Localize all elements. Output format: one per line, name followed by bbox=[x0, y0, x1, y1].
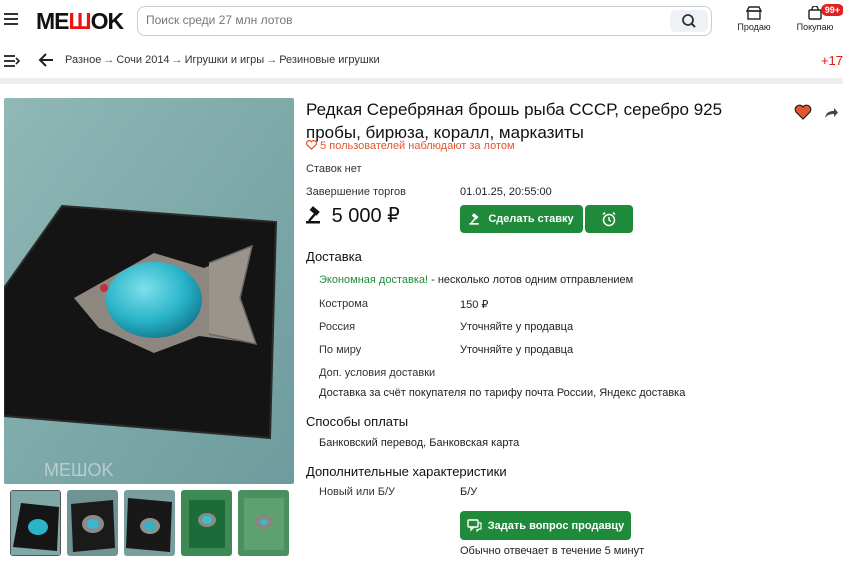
catalog-menu-icon[interactable] bbox=[4, 55, 20, 67]
logo-text-right: OK bbox=[90, 8, 124, 34]
shop-icon bbox=[746, 6, 762, 20]
ask-seller-button[interactable]: Задать вопрос продавцу bbox=[460, 511, 631, 540]
seller-response-time: Обычно отвечает в течение 5 минут bbox=[460, 545, 645, 557]
delivery-row-label: Россия bbox=[319, 321, 356, 333]
payment-heading: Способы оплаты bbox=[306, 414, 409, 429]
auction-end-value: 01.01.25, 20:55:00 bbox=[460, 186, 552, 198]
more-categories-count[interactable]: +17 bbox=[821, 53, 843, 68]
brooch-photo: MEШOK bbox=[4, 98, 294, 484]
sell-button[interactable]: Продаю bbox=[729, 6, 779, 32]
lot-title: Редкая Серебряная брошь рыба СССР, сереб… bbox=[306, 100, 723, 142]
reminder-button[interactable] bbox=[585, 205, 633, 233]
breadcrumb-item[interactable]: Резиновые игрушки bbox=[279, 54, 379, 66]
characteristics-heading: Дополнительные характеристики bbox=[306, 464, 507, 479]
lot-main-photo[interactable]: MEШOK bbox=[4, 98, 294, 484]
menu-icon[interactable] bbox=[4, 13, 18, 25]
breadcrumb-separator: → bbox=[266, 54, 278, 66]
price-block: 5 000 ₽ bbox=[306, 203, 400, 228]
heart-outline-icon bbox=[305, 140, 318, 150]
payment-methods: Банковский перевод, Банковская карта bbox=[319, 437, 520, 449]
search-box bbox=[137, 6, 712, 36]
thumbnail[interactable] bbox=[67, 490, 118, 556]
delivery-row-label: Кострома bbox=[319, 298, 368, 310]
favorite-heart-icon[interactable] bbox=[794, 104, 812, 120]
bids-status: Ставок нет bbox=[306, 163, 362, 175]
delivery-row-value: 150 ₽ bbox=[460, 299, 489, 311]
ask-seller-label: Задать вопрос продавцу bbox=[487, 519, 625, 532]
place-bid-label: Сделать ставку bbox=[488, 213, 574, 225]
sell-label: Продаю bbox=[737, 22, 771, 32]
watchers-text: 5 пользователей наблюдают за лотом bbox=[320, 140, 515, 152]
delivery-extra-value: Доставка за счёт покупателя по тарифу по… bbox=[319, 387, 686, 399]
breadcrumb: Разное → Сочи 2014 → Игрушки и игры → Резиновы… bbox=[65, 54, 380, 66]
back-arrow-icon[interactable] bbox=[38, 52, 54, 68]
thumbnail[interactable] bbox=[181, 490, 232, 556]
delivery-row-label: По миру bbox=[319, 344, 362, 356]
watchers-info: 5 пользователей наблюдают за лотом bbox=[305, 140, 515, 152]
site-logo[interactable]: MEШOK bbox=[36, 8, 124, 35]
gavel-icon bbox=[469, 213, 479, 225]
breadcrumb-separator: → bbox=[171, 54, 183, 66]
breadcrumb-item[interactable]: Сочи 2014 bbox=[116, 54, 169, 66]
delivery-extra-label: Доп. условия доставки bbox=[319, 367, 436, 379]
logo-text-left: ME bbox=[36, 8, 69, 34]
notification-badge: 99+ bbox=[820, 4, 843, 16]
alarm-clock-icon bbox=[602, 211, 616, 227]
delivery-row-value: Уточняйте у продавца bbox=[460, 321, 574, 333]
thumbnail[interactable] bbox=[10, 490, 61, 556]
search-button[interactable] bbox=[670, 10, 708, 32]
top-header: MEШOK Продаю Покупаю 99+ bbox=[0, 0, 843, 42]
header-divider bbox=[0, 78, 843, 84]
logo-text-mid: Ш bbox=[68, 8, 92, 34]
chat-icon bbox=[467, 519, 482, 532]
condition-label: Новый или Б/У bbox=[319, 486, 396, 498]
economy-delivery-link[interactable]: Экономная доставка! bbox=[319, 274, 428, 286]
breadcrumb-separator: → bbox=[103, 54, 115, 66]
buy-label: Покупаю bbox=[796, 22, 834, 32]
auction-end-label: Завершение торгов bbox=[306, 186, 406, 198]
buy-button[interactable]: Покупаю 99+ bbox=[790, 4, 843, 32]
thumbnail[interactable] bbox=[124, 490, 175, 556]
economy-delivery: Экономная доставка! - несколько лотов од… bbox=[319, 274, 633, 286]
breadcrumb-bar: Разное → Сочи 2014 → Игрушки и игры → Резиновы… bbox=[0, 44, 843, 78]
delivery-row-value: Уточняйте у продавца bbox=[460, 344, 574, 356]
search-input[interactable] bbox=[146, 13, 666, 27]
economy-delivery-note: - несколько лотов одним отправлением bbox=[428, 274, 634, 286]
price-value: 5 000 ₽ bbox=[331, 205, 400, 227]
search-icon bbox=[682, 14, 696, 28]
breadcrumb-item[interactable]: Игрушки и игры bbox=[185, 54, 265, 66]
place-bid-button[interactable]: Сделать ставку bbox=[460, 205, 583, 233]
share-icon[interactable] bbox=[823, 106, 839, 120]
thumbnail[interactable] bbox=[238, 490, 289, 556]
breadcrumb-item[interactable]: Разное bbox=[65, 54, 101, 66]
gavel-icon bbox=[306, 206, 320, 224]
condition-value: Б/У bbox=[460, 486, 478, 498]
photo-watermark: MEШOK bbox=[44, 460, 114, 480]
delivery-heading: Доставка bbox=[306, 249, 362, 264]
